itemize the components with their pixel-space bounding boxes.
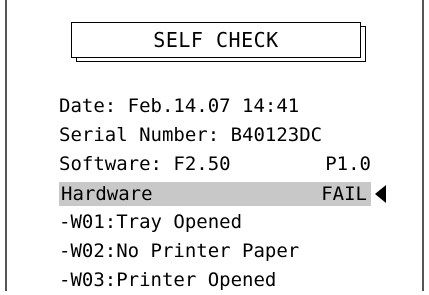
date-line: Date: Feb.14.07 14:41: [59, 95, 300, 117]
warning-item: -W01:Tray Opened: [59, 211, 243, 233]
page-title: SELF CHECK: [71, 22, 361, 58]
lcd-screen: SELF CHECK Date: Feb.14.07 14:41 Serial …: [5, 0, 424, 291]
hardware-label: Hardware: [61, 183, 153, 205]
hardware-status: FAIL: [321, 183, 367, 205]
warning-item: -W02:No Printer Paper: [59, 240, 300, 262]
software-label: Software: F2.50: [59, 153, 231, 175]
serial-number-line: Serial Number: B40123DC: [59, 124, 323, 146]
software-line: Software: F2.50 P1.0: [59, 150, 371, 179]
selector-arrow-icon: [375, 185, 386, 203]
self-check-info: Date: Feb.14.07 14:41 Serial Number: B40…: [59, 92, 419, 295]
software-value: P1.0: [325, 153, 371, 175]
hardware-row[interactable]: Hardware FAIL: [59, 182, 371, 206]
